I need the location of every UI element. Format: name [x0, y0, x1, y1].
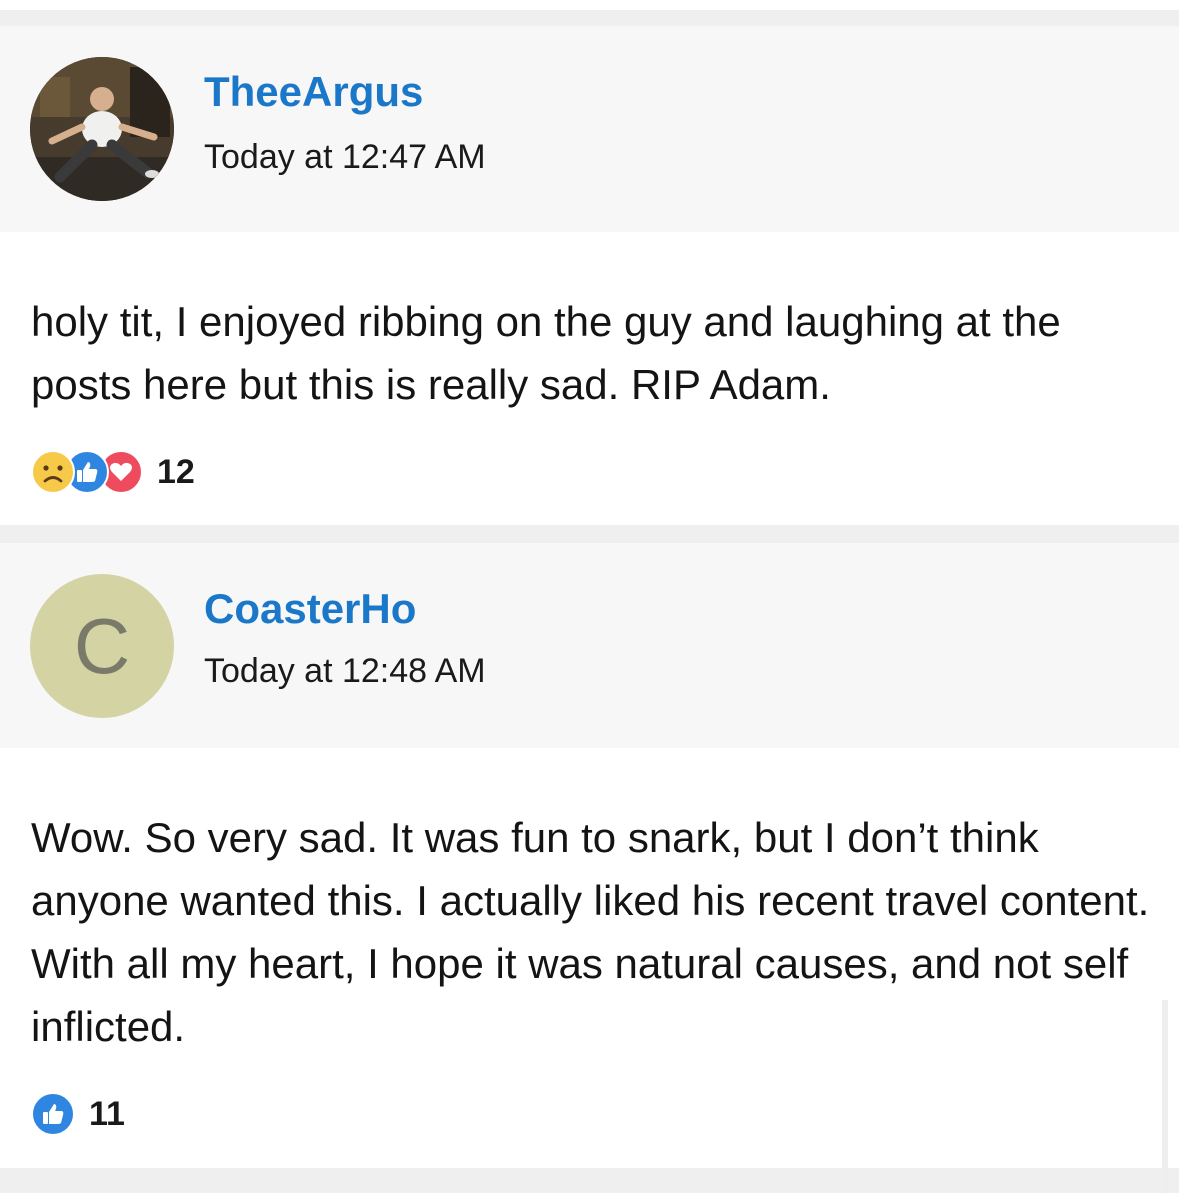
user-avatar[interactable]: C: [30, 574, 174, 718]
post-separator: [0, 525, 1179, 543]
post-header: TheeArgus Today at 12:47 AM: [0, 26, 1179, 232]
avatar-photo-icon: [30, 57, 174, 201]
thumbs-up-icon: [31, 1092, 75, 1136]
thread-page: TheeArgus Today at 12:47 AM holy tit, I …: [0, 0, 1179, 1193]
reaction-count: 12: [157, 452, 195, 491]
post-separator: [0, 1168, 1179, 1193]
username-link[interactable]: TheeArgus: [204, 68, 423, 116]
post-timestamp[interactable]: Today at 12:48 AM: [204, 652, 486, 691]
reaction-summary[interactable]: 12: [31, 449, 195, 495]
post-body: holy tit, I enjoyed ribbing on the guy a…: [31, 298, 1061, 408]
user-avatar[interactable]: [30, 57, 174, 201]
scrollbar[interactable]: [1162, 1000, 1168, 1193]
post-separator: [0, 10, 1179, 26]
post-header: C CoasterHo Today at 12:48 AM: [0, 543, 1179, 748]
post-body: Wow. So very sad. It was fun to snark, b…: [31, 814, 1150, 1050]
reaction-summary[interactable]: 11: [31, 1091, 125, 1137]
post-timestamp[interactable]: Today at 12:47 AM: [204, 138, 486, 177]
sad-face-icon: [31, 450, 75, 494]
username-link[interactable]: CoasterHo: [204, 585, 416, 633]
reaction-count: 11: [89, 1094, 125, 1133]
